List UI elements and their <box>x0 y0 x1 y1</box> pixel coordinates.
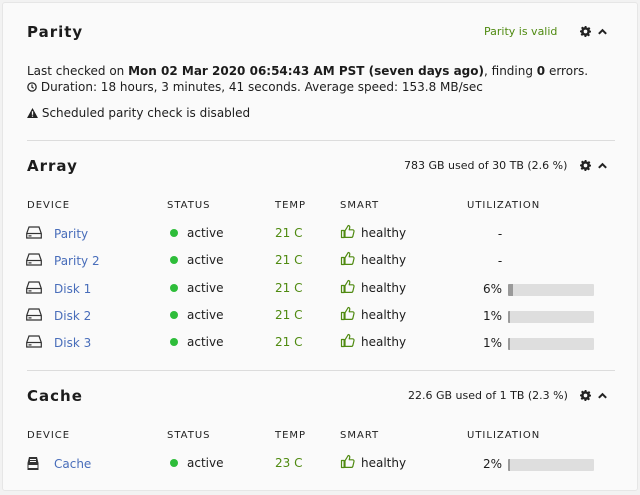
hdd-icon <box>26 308 42 324</box>
thumbs-up-icon <box>340 279 355 297</box>
gear-icon[interactable] <box>580 26 591 37</box>
status-text: active <box>187 253 224 268</box>
device-name-link[interactable]: Disk 3 <box>54 336 91 350</box>
utilization-value: - <box>497 227 503 241</box>
gear-icon[interactable] <box>580 390 591 401</box>
thumbs-up-icon <box>340 333 355 351</box>
hdd-icon <box>26 226 42 242</box>
col-head-smart: SMART <box>340 430 380 441</box>
status-dot-icon <box>170 338 178 346</box>
utilization-bar-fill <box>508 459 510 471</box>
status-text: active <box>187 335 224 349</box>
device-name-link[interactable]: Parity 2 <box>54 254 100 268</box>
array-header-controls <box>580 160 608 171</box>
hdd-icon <box>26 280 42 297</box>
cache-title: Cache <box>27 387 83 405</box>
col-head-device: DEVICE <box>27 200 71 211</box>
utilization-bar <box>508 283 594 296</box>
utilization-bar <box>508 310 594 323</box>
status-text: active <box>187 456 224 470</box>
utilization-bar <box>508 459 594 471</box>
device-name-link[interactable]: Cache <box>54 457 91 471</box>
smart-status: healthy <box>361 307 407 322</box>
warning-icon <box>27 108 38 118</box>
smart-status: healthy <box>361 335 407 349</box>
utilization-bar-fill <box>508 310 510 323</box>
device-temp: 21 C <box>275 253 303 268</box>
smart-status: healthy <box>361 253 407 268</box>
device-status: active <box>170 335 223 349</box>
col-head-smart: SMART <box>340 200 380 211</box>
ssd-icon <box>26 456 40 474</box>
smart-status: healthy <box>361 280 407 295</box>
thumbs-up-icon <box>340 251 355 269</box>
col-head-device: DEVICE <box>27 430 71 441</box>
array-title: Array <box>27 157 78 175</box>
cache-header-controls <box>580 390 608 401</box>
device-status: active <box>170 226 223 240</box>
last-checked-line: Last checked on Mon 02 Mar 2020 06:54:43… <box>27 64 589 78</box>
utilization-bar-fill <box>508 338 510 350</box>
utilization-value: 6% <box>482 281 502 296</box>
array-summary: 783 GB used of 30 TB (2.6 %) <box>404 159 568 172</box>
device-name-link[interactable]: Disk 2 <box>54 309 91 323</box>
device-temp: 21 C <box>275 335 303 349</box>
col-head-utilization: UTILIZATION <box>467 200 541 211</box>
smart-status: healthy <box>361 456 407 470</box>
thumbs-up-icon <box>340 454 355 472</box>
chevron-up-icon[interactable] <box>597 390 608 401</box>
duration-text: Duration: 18 hours, 3 minutes, 41 second… <box>40 80 483 94</box>
device-temp: 23 C <box>275 456 303 470</box>
utilization-bar <box>508 338 594 350</box>
status-dot-icon <box>170 229 178 237</box>
chevron-up-icon[interactable] <box>597 160 608 171</box>
status-dot-icon <box>170 256 178 265</box>
parity-header-controls <box>580 26 608 37</box>
col-head-temp: TEMP <box>275 200 307 211</box>
section-divider <box>27 370 615 371</box>
thumbs-up-icon <box>340 306 355 324</box>
col-head-utilization: UTILIZATION <box>467 430 541 441</box>
utilization-bar-fill <box>508 283 514 296</box>
thumbs-up-icon <box>340 224 355 242</box>
device-status: active <box>170 308 223 322</box>
status-dot-icon <box>170 283 178 292</box>
device-name-link[interactable]: Disk 1 <box>54 282 91 296</box>
gear-icon[interactable] <box>580 160 591 171</box>
status-dot-icon <box>170 310 178 319</box>
hdd-icon <box>26 335 42 351</box>
device-status: active <box>170 253 223 267</box>
status-text: active <box>187 307 224 322</box>
smart-status: healthy <box>361 226 407 240</box>
status-text: active <box>187 280 224 295</box>
status-text: active <box>187 226 224 240</box>
device-name-link[interactable]: Parity <box>54 227 88 241</box>
section-divider <box>27 140 615 141</box>
col-head-status: STATUS <box>167 430 211 441</box>
device-temp: 21 C <box>275 226 303 240</box>
parity-status: Parity is valid <box>484 25 558 38</box>
cache-summary: 22.6 GB used of 1 TB (2.3 %) <box>408 389 568 402</box>
utilization-value: 2% <box>482 457 502 471</box>
duration-line: Duration: 18 hours, 3 minutes, 41 second… <box>27 80 483 94</box>
utilization-value: 1% <box>482 308 502 323</box>
utilization-value: - <box>497 254 503 269</box>
col-head-status: STATUS <box>167 200 211 211</box>
device-status: active <box>170 281 223 295</box>
status-dot-icon <box>170 459 178 467</box>
parity-title: Parity <box>27 23 84 41</box>
device-temp: 21 C <box>275 307 303 322</box>
hdd-icon <box>26 253 42 269</box>
col-head-temp: TEMP <box>275 430 307 441</box>
last-checked-date: Mon 02 Mar 2020 06:54:43 AM PST (seven d… <box>128 64 484 78</box>
scheduled-line: Scheduled parity check is disabled <box>27 106 250 120</box>
device-temp: 21 C <box>275 280 303 295</box>
device-status: active <box>170 456 223 470</box>
error-count: 0 <box>536 64 546 78</box>
scheduled-text: Scheduled parity check is disabled <box>41 106 251 120</box>
clock-icon <box>27 82 37 92</box>
utilization-value: 1% <box>482 336 502 350</box>
chevron-up-icon[interactable] <box>597 26 608 37</box>
dashboard-panel: Parity Parity is valid Last checked on M… <box>2 2 638 491</box>
